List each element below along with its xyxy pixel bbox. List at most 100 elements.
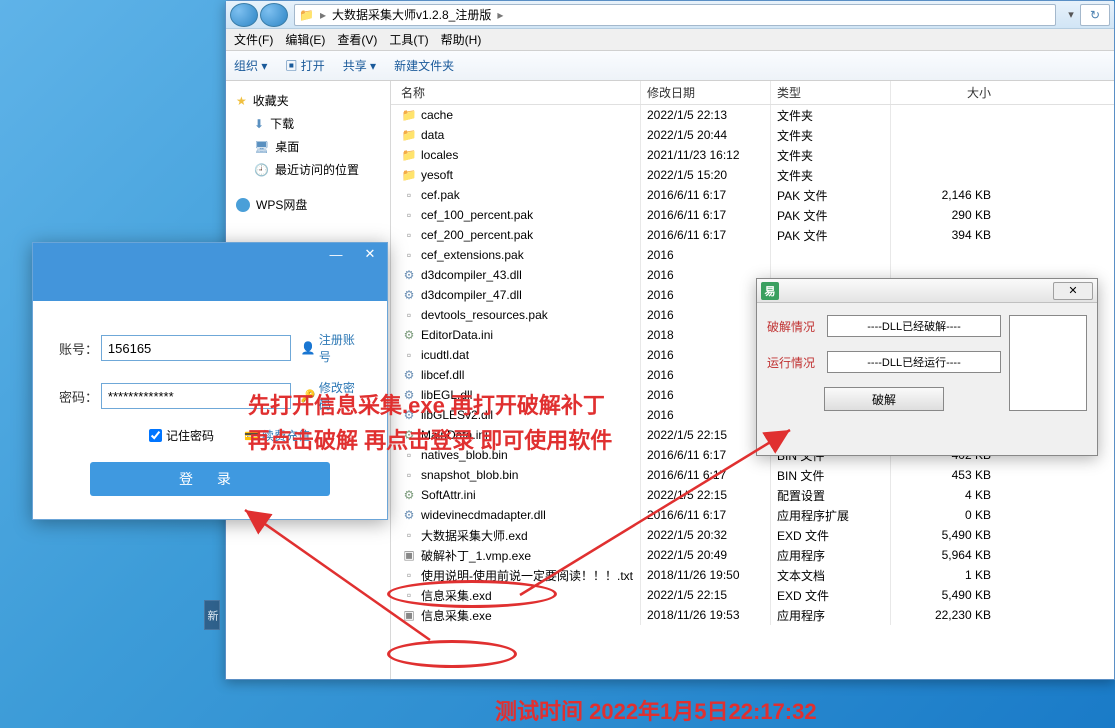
file-list-header: 名称 修改日期 类型 大小 xyxy=(391,81,1114,105)
sidebar-item-downloads[interactable]: ⬇ 下载 xyxy=(226,112,390,135)
column-type[interactable]: 类型 xyxy=(771,81,891,104)
file-icon: ▫ xyxy=(401,307,417,323)
desktop-icon: 🖥 xyxy=(254,140,269,154)
wps-icon xyxy=(236,198,250,212)
file-type: 应用程序 xyxy=(771,545,891,565)
file-type: PAK 文件 xyxy=(771,225,891,245)
file-type: EXD 文件 xyxy=(771,585,891,605)
file-date: 2016 xyxy=(641,285,771,305)
file-date: 2022/1/5 22:15 xyxy=(641,485,771,505)
nav-back-button[interactable] xyxy=(230,3,258,27)
file-date: 2022/1/5 22:15 xyxy=(641,425,771,445)
toolbar-open[interactable]: ▣ 打开 xyxy=(285,57,324,74)
file-row[interactable]: 📁cache2022/1/5 22:13文件夹 xyxy=(391,105,1114,125)
file-icon: ▫ xyxy=(401,567,417,583)
file-name: 破解补丁_1.vmp.exe xyxy=(421,547,531,564)
file-row[interactable]: ▫cef_100_percent.pak2016/6/11 6:17PAK 文件… xyxy=(391,205,1114,225)
login-button[interactable]: 登 录 xyxy=(90,462,330,496)
file-row[interactable]: ▫snapshot_blob.bin2016/6/11 6:17BIN 文件45… xyxy=(391,465,1114,485)
toolbar-new-folder[interactable]: 新建文件夹 xyxy=(394,57,454,74)
exe-icon: ▣ xyxy=(401,607,417,623)
crack-titlebar: 易 ✕ xyxy=(757,279,1097,303)
file-row[interactable]: ▫cef_extensions.pak2016 xyxy=(391,245,1114,265)
column-date[interactable]: 修改日期 xyxy=(641,81,771,104)
user-add-icon: 👤 xyxy=(301,341,316,355)
file-row[interactable]: ▫使用说明-使用前说一定要阅读！！！.txt2018/11/26 19:50文本… xyxy=(391,565,1114,585)
file-type: 文件夹 xyxy=(771,165,891,185)
menu-file[interactable]: 文件(F) xyxy=(234,31,273,48)
file-name: icudtl.dat xyxy=(421,348,469,362)
file-date: 2021/11/23 16:12 xyxy=(641,145,771,165)
output-panel xyxy=(1009,315,1087,411)
refresh-button[interactable]: ↻ xyxy=(1080,4,1110,26)
account-input[interactable] xyxy=(101,335,291,361)
address-text: 大数据采集大师v1.2.8_注册版 xyxy=(332,6,491,23)
dll-icon: ⚙ xyxy=(401,367,417,383)
file-name: 信息采集.exd xyxy=(421,587,492,604)
crack-button[interactable]: 破解 xyxy=(824,387,944,411)
sidebar-favorites-header[interactable]: ★ 收藏夹 xyxy=(226,89,390,112)
folder-icon: 📁 xyxy=(401,127,417,143)
column-name[interactable]: 名称 xyxy=(391,81,641,104)
sidebar-item-desktop[interactable]: 🖥 桌面 xyxy=(226,135,390,158)
menu-view[interactable]: 查看(V) xyxy=(337,31,377,48)
file-name: 使用说明-使用前说一定要阅读！！！.txt xyxy=(421,567,633,584)
menu-edit[interactable]: 编辑(E) xyxy=(285,31,325,48)
recent-icon: 🕘 xyxy=(254,163,269,177)
file-date: 2022/1/5 22:13 xyxy=(641,105,771,125)
address-dropdown[interactable]: ▾ xyxy=(1062,8,1080,21)
toolbar-share[interactable]: 共享 ▾ xyxy=(343,57,376,74)
file-date: 2016 xyxy=(641,305,771,325)
file-size: 394 KB xyxy=(891,225,1001,245)
file-row[interactable]: ▫信息采集.exd2022/1/5 22:15EXD 文件5,490 KB xyxy=(391,585,1114,605)
file-name: cef_200_percent.pak xyxy=(421,228,533,242)
file-name: 大数据采集大师.exd xyxy=(421,527,528,544)
minimize-button[interactable]: — xyxy=(319,243,353,265)
dll-icon: ⚙ xyxy=(401,287,417,303)
file-date: 2022/1/5 20:44 xyxy=(641,125,771,145)
titlebar: 📁 ▸ 大数据采集大师v1.2.8_注册版 ▸ ▾ ↻ xyxy=(226,1,1114,29)
file-date: 2022/1/5 15:20 xyxy=(641,165,771,185)
file-name: cef_100_percent.pak xyxy=(421,208,533,222)
sidebar-item-recent[interactable]: 🕘 最近访问的位置 xyxy=(226,158,390,181)
close-button[interactable]: ✕ xyxy=(353,243,387,265)
crack-status-value: ----DLL已经破解---- xyxy=(827,315,1001,337)
file-row[interactable]: 📁locales2021/11/23 16:12文件夹 xyxy=(391,145,1114,165)
menu-tools[interactable]: 工具(T) xyxy=(389,31,428,48)
file-size: 1 KB xyxy=(891,565,1001,585)
file-name: devtools_resources.pak xyxy=(421,308,548,322)
file-row[interactable]: ▫大数据采集大师.exd2022/1/5 20:32EXD 文件5,490 KB xyxy=(391,525,1114,545)
chevron-right-icon: ▸ xyxy=(320,8,326,22)
file-date: 2016 xyxy=(641,245,771,265)
address-bar[interactable]: 📁 ▸ 大数据采集大师v1.2.8_注册版 ▸ xyxy=(294,4,1056,26)
file-type: 应用程序扩展 xyxy=(771,505,891,525)
file-row[interactable]: 📁yesoft2022/1/5 15:20文件夹 xyxy=(391,165,1114,185)
file-name: yesoft xyxy=(421,168,453,182)
file-row[interactable]: ⚙SoftAttr.ini2022/1/5 22:15配置设置4 KB xyxy=(391,485,1114,505)
file-row[interactable]: 📁data2022/1/5 20:44文件夹 xyxy=(391,125,1114,145)
account-label: 账号： xyxy=(59,339,101,358)
toolbar-organize[interactable]: 组织 ▾ xyxy=(234,57,267,74)
annotation-instructions: 先打开信息采集.exe 再打开破解补丁 再点击破解 再点击登录 即可使用软件 xyxy=(248,388,612,458)
file-row[interactable]: ▫cef.pak2016/6/11 6:17PAK 文件2,146 KB xyxy=(391,185,1114,205)
menu-help[interactable]: 帮助(H) xyxy=(441,31,482,48)
file-size xyxy=(891,145,1001,165)
file-date: 2016/6/11 6:17 xyxy=(641,465,771,485)
file-size: 453 KB xyxy=(891,465,1001,485)
crack-dialog: 易 ✕ 破解情况 ----DLL已经破解---- 运行情况 ----DLL已经运… xyxy=(756,278,1098,456)
file-name: cef.pak xyxy=(421,188,460,202)
nav-forward-button[interactable] xyxy=(260,3,288,27)
file-row[interactable]: ⚙widevinecdmadapter.dll2016/6/11 6:17应用程… xyxy=(391,505,1114,525)
ini-icon: ⚙ xyxy=(401,327,417,343)
file-size xyxy=(891,105,1001,125)
file-date: 2018/11/26 19:50 xyxy=(641,565,771,585)
sidebar-wps-header[interactable]: WPS网盘 xyxy=(226,193,390,216)
file-row[interactable]: ▣信息采集.exe2018/11/26 19:53应用程序22,230 KB xyxy=(391,605,1114,625)
file-row[interactable]: ▫cef_200_percent.pak2016/6/11 6:17PAK 文件… xyxy=(391,225,1114,245)
register-link[interactable]: 👤注册账号 xyxy=(301,331,361,365)
column-size[interactable]: 大小 xyxy=(891,81,1001,104)
file-row[interactable]: ▣破解补丁_1.vmp.exe2022/1/5 20:49应用程序5,964 K… xyxy=(391,545,1114,565)
file-date: 2022/1/5 22:15 xyxy=(641,585,771,605)
remember-checkbox[interactable]: 记住密码 xyxy=(149,427,214,444)
close-button[interactable]: ✕ xyxy=(1053,282,1093,300)
